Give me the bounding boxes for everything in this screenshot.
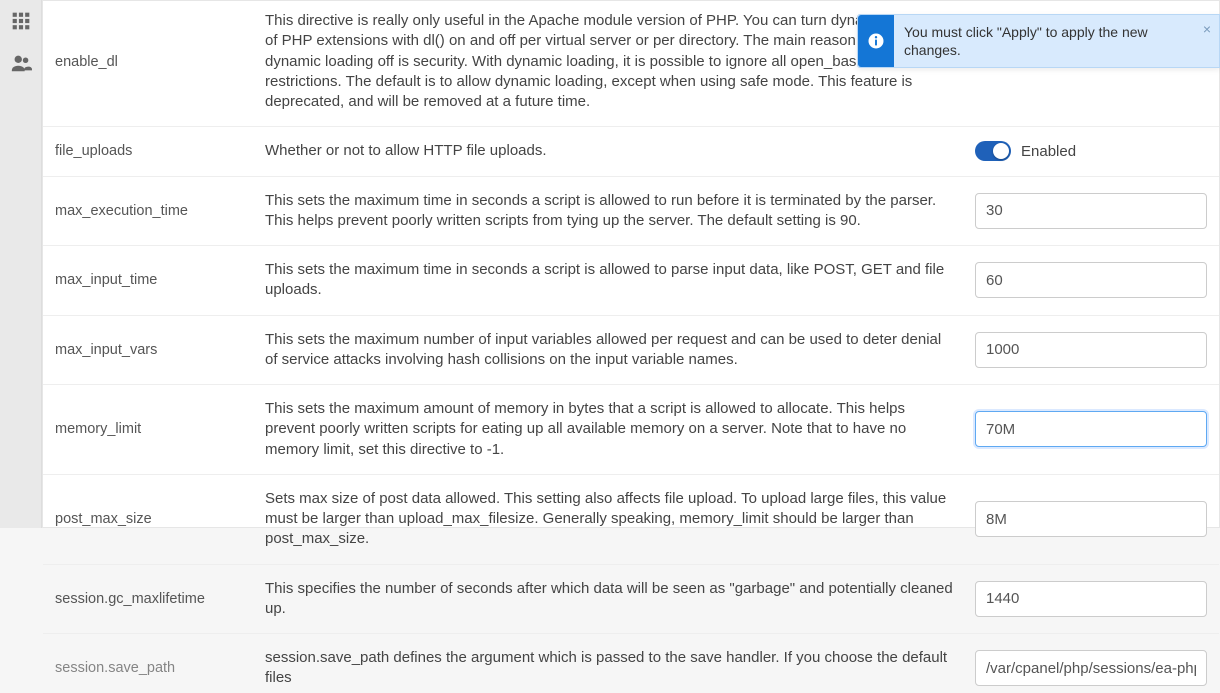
directive-name: file_uploads: [55, 143, 265, 159]
settings-table: enable_dl This directive is really only …: [42, 0, 1220, 528]
session-gc-maxlifetime-input[interactable]: [975, 581, 1207, 617]
sidebar: [0, 0, 42, 528]
row-max-input-time: max_input_time This sets the maximum tim…: [43, 246, 1219, 316]
directive-name: memory_limit: [55, 421, 265, 437]
directive-name: max_execution_time: [55, 203, 265, 219]
directive-name: session.save_path: [55, 660, 265, 676]
directive-desc: This sets the maximum number of input va…: [265, 330, 975, 371]
directive-desc: session.save_path defines the argument w…: [265, 648, 975, 689]
row-session-gc-maxlifetime: session.gc_maxlifetime This specifies th…: [43, 565, 1219, 635]
directive-desc: This sets the maximum amount of memory i…: [265, 399, 975, 460]
directive-desc: Whether or not to allow HTTP file upload…: [265, 141, 975, 161]
directive-name: post_max_size: [55, 511, 265, 527]
apps-icon[interactable]: [10, 10, 32, 32]
row-max-input-vars: max_input_vars This sets the maximum num…: [43, 316, 1219, 386]
directive-desc: Sets max size of post data allowed. This…: [265, 489, 975, 550]
row-memory-limit: memory_limit This sets the maximum amoun…: [43, 385, 1219, 475]
max-input-time-input[interactable]: [975, 262, 1207, 298]
alert-close-button[interactable]: ×: [1195, 15, 1219, 67]
row-file-uploads: file_uploads Whether or not to allow HTT…: [43, 127, 1219, 176]
memory-limit-input[interactable]: [975, 411, 1207, 447]
directive-desc: This sets the maximum time in seconds a …: [265, 191, 975, 232]
toggle-enabled-label: Enabled: [1021, 143, 1076, 160]
info-icon: [858, 15, 894, 67]
directive-name: max_input_vars: [55, 342, 265, 358]
alert-message: You must click "Apply" to apply the new …: [894, 15, 1195, 67]
file-uploads-toggle[interactable]: [975, 141, 1011, 161]
apply-alert: You must click "Apply" to apply the new …: [857, 14, 1220, 68]
row-post-max-size: post_max_size Sets max size of post data…: [43, 475, 1219, 565]
max-input-vars-input[interactable]: [975, 332, 1207, 368]
directive-desc: This sets the maximum time in seconds a …: [265, 260, 975, 301]
directive-name: max_input_time: [55, 272, 265, 288]
directive-desc: This specifies the number of seconds aft…: [265, 579, 975, 620]
session-save-path-input[interactable]: [975, 650, 1207, 686]
directive-name: enable_dl: [55, 54, 265, 70]
post-max-size-input[interactable]: [975, 501, 1207, 537]
max-execution-time-input[interactable]: [975, 193, 1207, 229]
row-max-execution-time: max_execution_time This sets the maximum…: [43, 177, 1219, 247]
users-icon[interactable]: [10, 52, 32, 74]
row-session-save-path: session.save_path session.save_path defi…: [43, 634, 1219, 693]
directive-name: session.gc_maxlifetime: [55, 591, 265, 607]
